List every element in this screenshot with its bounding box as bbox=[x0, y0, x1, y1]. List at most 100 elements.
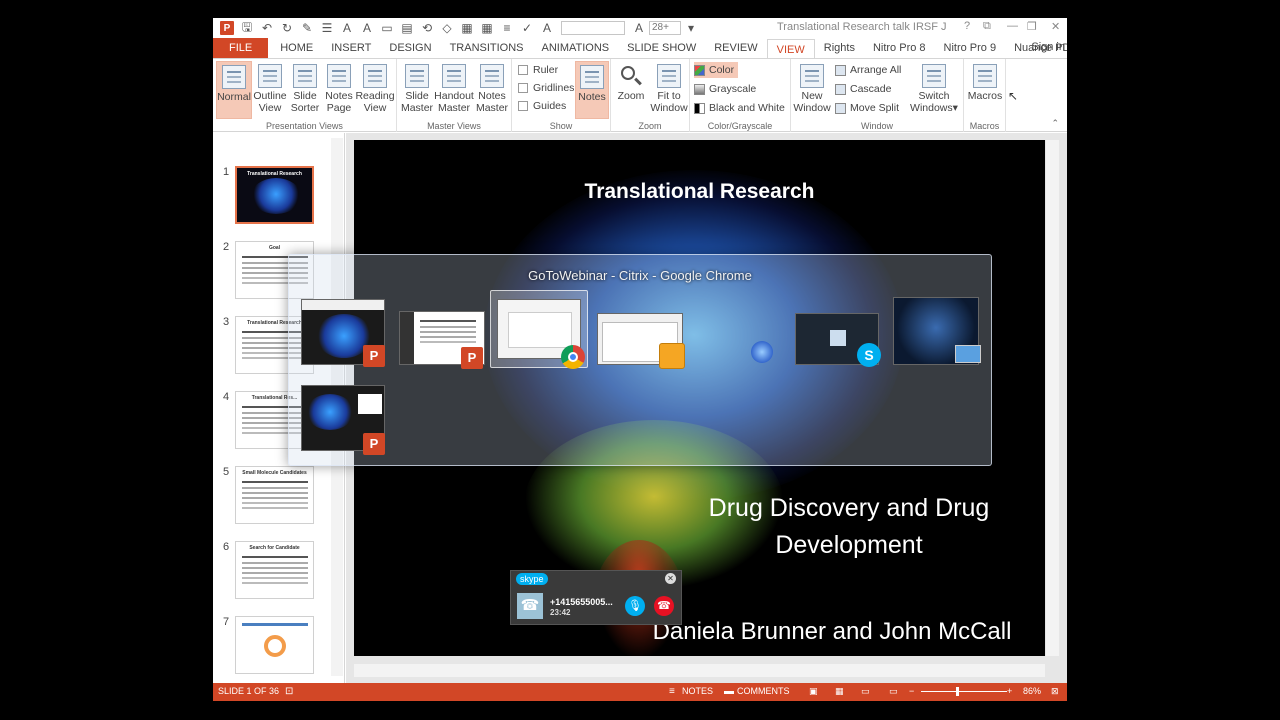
slide-sorter-icon bbox=[293, 64, 317, 88]
slide-thumbnail-1[interactable]: Translational Research bbox=[235, 166, 314, 224]
undo-icon[interactable]: ↶ bbox=[257, 19, 277, 37]
handout-master-button[interactable]: Handout Master bbox=[433, 61, 475, 119]
help-button[interactable]: ? bbox=[964, 20, 970, 32]
black-and-white-button[interactable]: Black and White bbox=[694, 100, 785, 116]
fit-to-window-button[interactable]: Fit to Window bbox=[649, 61, 689, 119]
tab-animations[interactable]: ANIMATIONS bbox=[533, 38, 619, 58]
tab-rights[interactable]: Rights bbox=[815, 38, 864, 58]
shapes-icon[interactable]: ◇ bbox=[437, 19, 457, 37]
tab-view[interactable]: VIEW bbox=[766, 38, 815, 60]
arrange-all-button[interactable]: Arrange All bbox=[835, 62, 901, 78]
normal-view-button[interactable]: Normal bbox=[216, 61, 252, 119]
zoom-out-button[interactable]: − bbox=[909, 686, 914, 696]
save-icon[interactable]: 🖫 bbox=[237, 19, 257, 37]
new-slide-icon[interactable]: ▭ bbox=[377, 19, 397, 37]
switcher-window-app[interactable] bbox=[751, 341, 773, 363]
cascade-icon bbox=[835, 83, 846, 95]
maximize-button[interactable]: ❐ bbox=[1027, 20, 1037, 33]
spelling-status-icon[interactable]: ⊡ bbox=[285, 686, 293, 697]
switch-windows-button[interactable]: Switch Windows▾ bbox=[909, 61, 959, 119]
slide-thumbnail-6[interactable]: Search for Candidate bbox=[235, 541, 314, 599]
zoom-level[interactable]: 86% bbox=[1023, 686, 1041, 696]
microphone-button[interactable]: 🎙 bbox=[625, 596, 645, 616]
ribbon-display-button[interactable]: ⧉ bbox=[983, 20, 991, 33]
tab-nitro-pro-8[interactable]: Nitro Pro 8 bbox=[864, 38, 935, 58]
arrange-icon[interactable]: ▦ bbox=[457, 19, 477, 37]
tab-design[interactable]: DESIGN bbox=[380, 38, 440, 58]
text-style-icon[interactable]: A bbox=[629, 19, 649, 37]
zoom-slider-track[interactable] bbox=[921, 691, 1007, 692]
tab-file[interactable]: FILE bbox=[213, 38, 269, 58]
align-icon[interactable]: ≡ bbox=[497, 19, 517, 37]
reading-view-button[interactable]: Reading View bbox=[355, 61, 395, 119]
slide-master-button[interactable]: Slide Master bbox=[399, 61, 435, 119]
reset-icon[interactable]: ⟲ bbox=[417, 19, 437, 37]
notes-toggle-button[interactable]: Notes bbox=[575, 61, 609, 119]
zoom-in-button[interactable]: + bbox=[1007, 686, 1012, 696]
call-duration: 23:42 bbox=[550, 608, 571, 617]
reading-view-status-icon[interactable]: ▭ bbox=[861, 686, 870, 697]
group-label: Master Views bbox=[427, 121, 481, 131]
tab-insert[interactable]: INSERT bbox=[322, 38, 380, 58]
gridlines-checkbox[interactable]: Gridlines bbox=[518, 82, 574, 94]
font-name-box[interactable] bbox=[561, 21, 625, 35]
guides-checkbox[interactable]: Guides bbox=[518, 100, 566, 112]
close-button[interactable]: ✕ bbox=[1051, 20, 1060, 33]
slide-horizontal-scrollbar[interactable] bbox=[354, 664, 1045, 677]
zoom-slider-thumb[interactable] bbox=[956, 687, 959, 696]
cascade-button[interactable]: Cascade bbox=[835, 81, 891, 97]
move-split-button[interactable]: Move Split bbox=[835, 100, 899, 116]
outline-view-button[interactable]: Outline View bbox=[253, 61, 287, 119]
desktop-app-icon bbox=[955, 345, 981, 363]
notes-page-button[interactable]: Notes Page bbox=[322, 61, 356, 119]
zoom-button[interactable]: Zoom bbox=[614, 61, 648, 119]
slide-sorter-status-icon[interactable]: ▦ bbox=[835, 686, 844, 697]
slide-subtitle[interactable]: Drug Discovery and Drug Development bbox=[684, 490, 1014, 564]
macros-button[interactable]: Macros bbox=[966, 61, 1004, 119]
table-icon[interactable]: ▦ bbox=[477, 19, 497, 37]
font-grow-icon[interactable]: A bbox=[337, 19, 357, 37]
slide-sorter-button[interactable]: Slide Sorter bbox=[288, 61, 322, 119]
close-icon[interactable]: ✕ bbox=[665, 573, 676, 584]
powerpoint-app-icon: P bbox=[363, 433, 385, 455]
bullets-icon[interactable]: ☰ bbox=[317, 19, 337, 37]
slide-thumbnail-5[interactable]: Small Molecule Candidates bbox=[235, 466, 314, 524]
minimize-button[interactable]: — bbox=[1007, 20, 1018, 32]
tab-slide-show[interactable]: SLIDE SHOW bbox=[618, 38, 705, 58]
tab-review[interactable]: REVIEW bbox=[705, 38, 766, 58]
group-label: Presentation Views bbox=[266, 121, 343, 131]
tab-nitro-pro-9[interactable]: Nitro Pro 9 bbox=[935, 38, 1006, 58]
notes-status-button[interactable]: NOTES bbox=[682, 686, 713, 696]
group-show: Ruler Gridlines Guides Notes Show bbox=[512, 59, 611, 132]
comments-status-button[interactable]: COMMENTS bbox=[737, 686, 790, 696]
slide-number: 6 bbox=[223, 541, 230, 553]
spelling-icon[interactable]: ✓ bbox=[517, 19, 537, 37]
slide-authors[interactable]: Daniela Brunner and John McCall bbox=[622, 618, 1042, 646]
font-size-box[interactable]: 28+ bbox=[649, 21, 681, 35]
slide-vertical-scrollbar[interactable] bbox=[1046, 140, 1059, 656]
slide-show-status-icon[interactable]: ▭ bbox=[889, 686, 898, 697]
fit-slide-icon[interactable]: ⊠ bbox=[1051, 686, 1059, 697]
collapse-ribbon-icon[interactable]: ⌃ bbox=[1051, 118, 1059, 129]
tab-home[interactable]: HOME bbox=[271, 38, 322, 58]
more-icon[interactable]: ▾ bbox=[681, 19, 701, 37]
hang-up-button[interactable]: ☎ bbox=[654, 596, 674, 616]
slide-thumbnail-7[interactable] bbox=[235, 616, 314, 674]
new-window-button[interactable]: New Window bbox=[793, 61, 831, 119]
grayscale-button[interactable]: Grayscale bbox=[694, 81, 756, 97]
format-painter-icon[interactable]: ✎ bbox=[297, 19, 317, 37]
slide-title[interactable]: Translational Research bbox=[354, 180, 1045, 204]
ruler-checkbox[interactable]: Ruler bbox=[518, 64, 558, 76]
slide-number: 7 bbox=[223, 616, 230, 628]
layout-icon[interactable]: ▤ bbox=[397, 19, 417, 37]
sign-in-link[interactable]: Sign in bbox=[1031, 41, 1065, 53]
font-shrink-icon[interactable]: A bbox=[357, 19, 377, 37]
notes-master-button[interactable]: Notes Master bbox=[474, 61, 510, 119]
font-color-icon[interactable]: A bbox=[537, 19, 557, 37]
color-button[interactable]: Color bbox=[694, 62, 739, 78]
redo-icon[interactable]: ↻ bbox=[277, 19, 297, 37]
new-window-icon bbox=[800, 64, 824, 88]
normal-view-status-icon[interactable]: ▣ bbox=[809, 686, 818, 697]
caller-avatar: ☎ bbox=[517, 593, 543, 619]
tab-transitions[interactable]: TRANSITIONS bbox=[441, 38, 533, 58]
